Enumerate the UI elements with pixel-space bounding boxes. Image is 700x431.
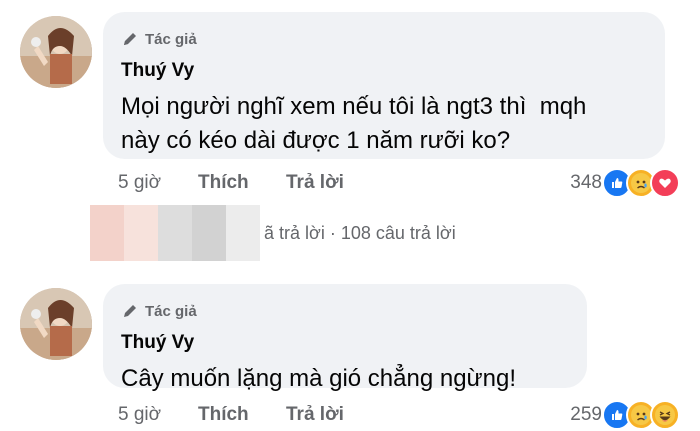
author-badge-label: Tác giả [145, 30, 197, 48]
blurred-avatar [124, 205, 158, 261]
replies-text: ã trả lời · 108 câu trả lời [264, 223, 456, 244]
pen-icon [124, 33, 136, 45]
like-button[interactable]: Thích [198, 404, 286, 426]
comment-actions: 5 giờ Thích Trả lời [118, 172, 344, 194]
blurred-avatar [226, 205, 260, 261]
comment-bubble: Tác giả Thuý Vy Mọi người nghĩ xem nếu t… [103, 12, 665, 159]
comment-text: Cây muốn lặng mà gió chẳng ngừng! [121, 365, 516, 392]
author-name[interactable]: Thuý Vy [121, 60, 194, 82]
author-name[interactable]: Thuý Vy [121, 332, 194, 354]
reaction-count: 259 [570, 404, 602, 425]
timestamp[interactable]: 5 giờ [118, 404, 198, 426]
comment-actions: 5 giờ Thích Trả lời [118, 404, 344, 426]
replied-label: ã trả lời [264, 222, 325, 243]
timestamp[interactable]: 5 giờ [118, 172, 198, 194]
love-icon [650, 168, 680, 198]
comment-text: Mọi người nghĩ xem nếu tôi là ngt3 thì m… [121, 93, 587, 154]
blurred-avatar [90, 205, 124, 261]
haha-icon [650, 400, 680, 430]
author-badge-label: Tác giả [145, 302, 197, 320]
reply-button[interactable]: Trả lời [286, 172, 344, 194]
reaction-count: 348 [570, 172, 602, 193]
author-badge: Tác giả [121, 30, 197, 48]
reactions-summary[interactable]: 259 [570, 400, 680, 430]
view-replies-row[interactable]: ã trả lời · 108 câu trả lời [90, 205, 456, 261]
replies-count[interactable]: 108 câu trả lời [341, 223, 456, 243]
avatar[interactable] [20, 288, 92, 360]
blurred-avatar [158, 205, 192, 261]
reply-button[interactable]: Trả lời [286, 404, 344, 426]
comment-bubble: Tác giả Thuý Vy Cây muốn lặng mà gió chẳ… [103, 284, 587, 392]
avatar[interactable] [20, 16, 92, 88]
pen-icon [124, 305, 136, 317]
separator: · [329, 222, 336, 243]
author-badge: Tác giả [121, 302, 197, 320]
reactions-summary[interactable]: 348 [570, 168, 680, 198]
blurred-avatar [192, 205, 226, 261]
like-button[interactable]: Thích [198, 172, 286, 194]
